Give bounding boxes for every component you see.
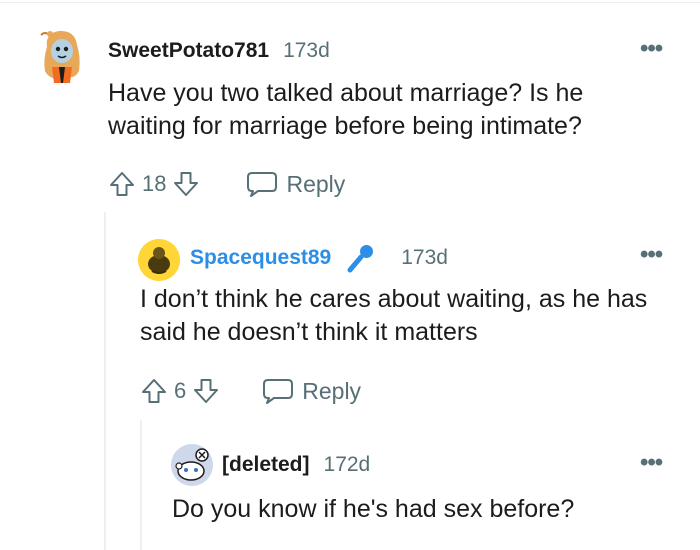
reply-button[interactable]: Reply xyxy=(246,170,345,198)
vote-count: 6 xyxy=(174,378,187,403)
snoo-avatar-icon xyxy=(138,239,180,281)
comment-actions: 18 Reply xyxy=(108,169,345,199)
comment-sweetpotato781: SweetPotato781 173d ••• Have you two tal… xyxy=(0,0,700,215)
comment-actions: 6 Reply xyxy=(140,376,361,406)
chat-bubble-icon xyxy=(263,379,294,404)
user-avatar[interactable] xyxy=(37,27,87,83)
upvote-button[interactable] xyxy=(108,170,136,198)
comment-body: I don’t think he cares about waiting, as… xyxy=(140,285,648,346)
chat-bubble-icon xyxy=(247,172,278,197)
arrow-down-icon xyxy=(194,379,219,403)
vote-count: 18 xyxy=(142,171,167,196)
more-options-button[interactable]: ••• xyxy=(640,37,663,61)
comment-meta: [deleted] 172d xyxy=(222,452,370,478)
comment-body: Have you two talked about marriage? Is h… xyxy=(108,79,584,140)
comment-meta: Spacequest89 173d xyxy=(190,243,448,273)
username[interactable]: Spacequest89 xyxy=(190,246,331,270)
username[interactable]: SweetPotato781 xyxy=(108,39,269,63)
microphone-icon xyxy=(345,242,377,274)
comment-spacequest89: Spacequest89 173d ••• I don’t think he c… xyxy=(0,225,700,425)
username: [deleted] xyxy=(222,453,310,476)
timestamp[interactable]: 173d xyxy=(401,246,448,270)
more-options-button[interactable]: ••• xyxy=(640,243,663,267)
comment-meta: SweetPotato781 173d xyxy=(108,38,330,64)
comment-body: Do you know if he's had sex before? xyxy=(172,495,575,523)
comment-deleted: [deleted] 172d ••• Do you know if he's h… xyxy=(0,440,700,550)
timestamp[interactable]: 172d xyxy=(324,453,371,477)
reply-button[interactable]: Reply xyxy=(262,377,361,405)
reply-label: Reply xyxy=(302,377,362,404)
user-avatar[interactable] xyxy=(138,239,180,281)
more-options-button[interactable]: ••• xyxy=(640,451,663,475)
reply-label: Reply xyxy=(286,170,346,197)
arrow-up-icon xyxy=(142,379,166,403)
default-snoo-avatar-icon xyxy=(171,444,213,486)
girl-avatar-icon xyxy=(40,30,80,83)
arrow-up-icon xyxy=(110,172,134,196)
user-avatar[interactable] xyxy=(171,444,213,486)
timestamp[interactable]: 173d xyxy=(283,39,330,63)
arrow-down-icon xyxy=(174,172,199,196)
downvote-button[interactable] xyxy=(192,377,220,405)
downvote-button[interactable] xyxy=(172,170,200,198)
upvote-button[interactable] xyxy=(140,377,168,405)
